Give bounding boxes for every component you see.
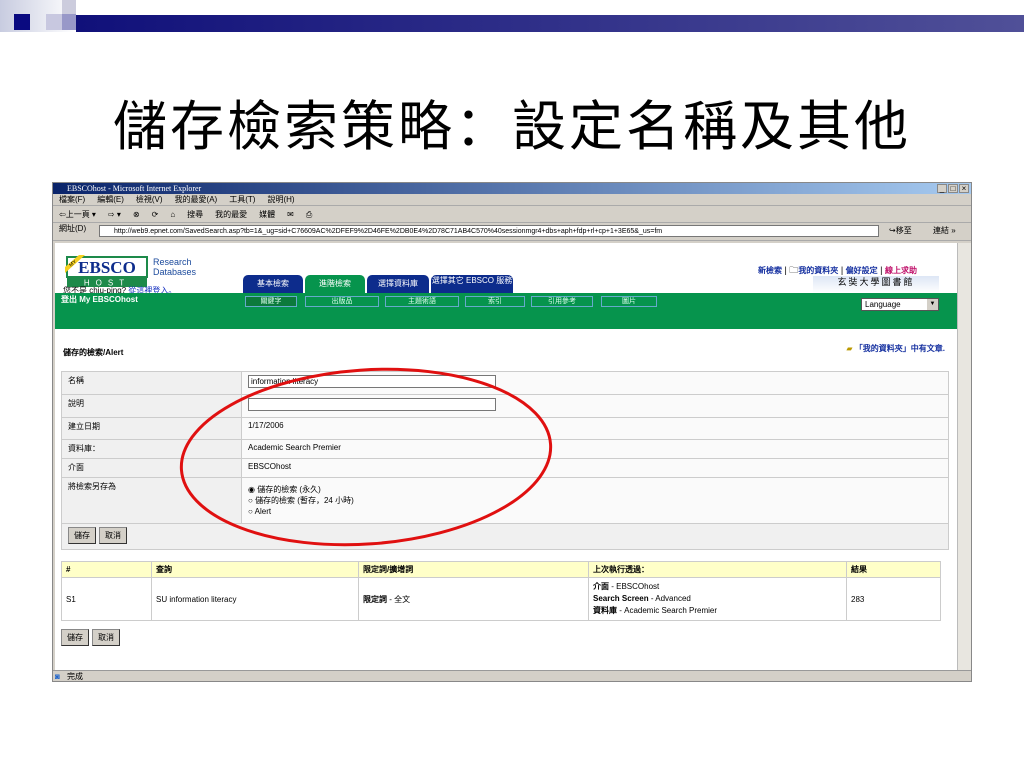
annotation-circle [179,367,553,547]
